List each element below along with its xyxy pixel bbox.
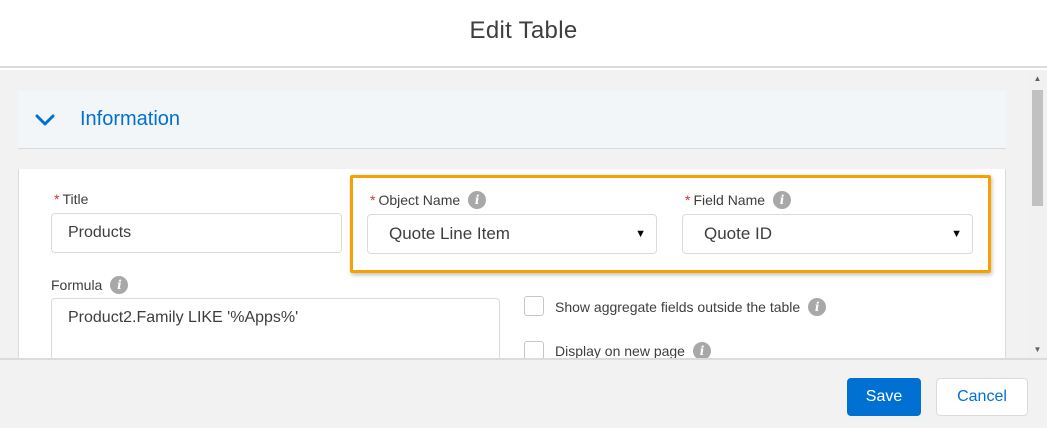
scroll-up-arrow-icon[interactable]: ▲	[1028, 70, 1047, 87]
cancel-button[interactable]: Cancel	[936, 378, 1028, 416]
scrollbar[interactable]: ▲ ▼	[1028, 70, 1047, 358]
required-mark: *	[685, 192, 691, 208]
scroll-down-arrow-icon[interactable]: ▼	[1028, 341, 1047, 358]
field-name-label: * Field Name i	[685, 191, 792, 209]
title-label: * Title	[54, 191, 89, 207]
section-title: Information	[80, 108, 181, 130]
show-aggregate-checkbox[interactable]	[524, 296, 544, 316]
modal-title: Edit Table	[469, 17, 578, 44]
required-mark: *	[54, 191, 60, 207]
dropdown-arrow-icon: ▼	[635, 228, 646, 240]
modal-footer: Save Cancel	[0, 358, 1047, 428]
save-button[interactable]: Save	[847, 378, 921, 416]
show-aggregate-label: Show aggregate fields outside the table …	[555, 298, 827, 316]
dropdown-arrow-icon: ▼	[951, 228, 962, 240]
info-icon[interactable]: i	[773, 191, 792, 209]
title-input[interactable]: Products	[51, 213, 342, 253]
info-icon[interactable]: i	[808, 298, 827, 316]
field-name-select[interactable]: Quote ID ▼	[682, 214, 973, 254]
info-icon[interactable]: i	[468, 191, 487, 209]
scroll-thumb[interactable]	[1032, 90, 1043, 206]
object-name-select[interactable]: Quote Line Item ▼	[367, 214, 657, 254]
formula-label: Formula i	[51, 276, 129, 294]
required-mark: *	[370, 192, 376, 208]
modal-header: Edit Table	[0, 0, 1047, 68]
section-header-information[interactable]: Information	[18, 91, 1006, 149]
object-name-label: * Object Name i	[370, 191, 487, 209]
chevron-down-icon[interactable]	[34, 109, 56, 131]
info-icon[interactable]: i	[110, 276, 129, 294]
